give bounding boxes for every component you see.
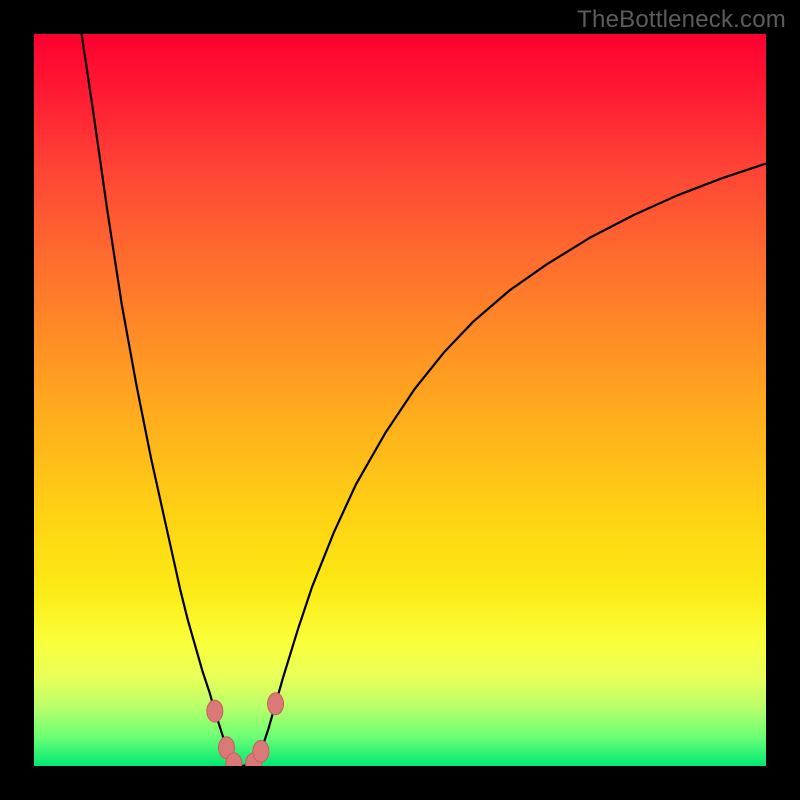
- curve-marker: [268, 693, 284, 715]
- plot-area: [34, 34, 766, 766]
- curve-markers: [207, 693, 284, 766]
- chart-frame: TheBottleneck.com: [0, 0, 800, 800]
- curve-marker: [253, 740, 269, 762]
- curve-marker: [207, 700, 223, 722]
- chart-overlay: [34, 34, 766, 766]
- curve-left-branch: [82, 34, 243, 766]
- curve-right-branch: [243, 164, 766, 766]
- watermark-text: TheBottleneck.com: [577, 6, 786, 34]
